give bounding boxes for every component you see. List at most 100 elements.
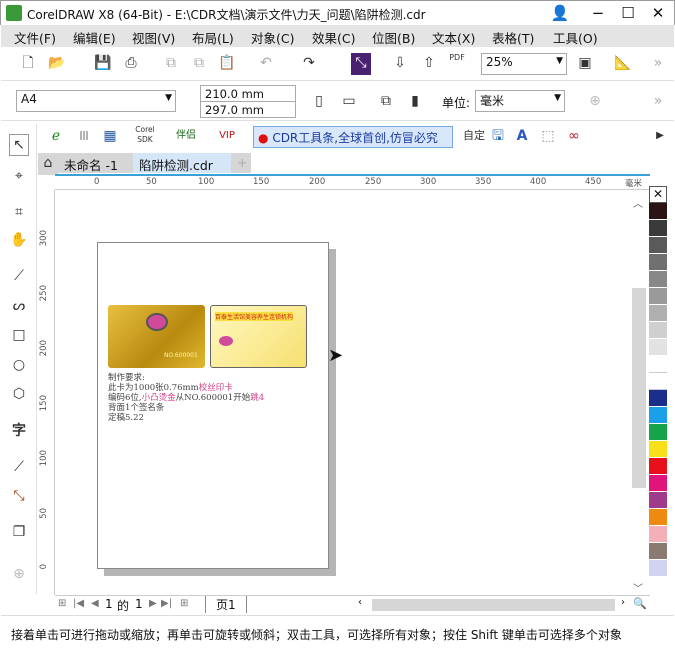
color-swatch[interactable]: [649, 390, 667, 407]
export-pdf-icon[interactable]: PDF: [447, 53, 467, 75]
color-plugin-icon[interactable]: ∞: [564, 126, 584, 148]
menu-object[interactable]: 对象(C): [251, 28, 294, 47]
color-swatch[interactable]: [649, 543, 667, 560]
scroll-left-icon[interactable]: ‹: [358, 597, 362, 608]
color-swatch[interactable]: [649, 356, 667, 373]
color-swatch[interactable]: [649, 305, 667, 322]
color-swatch[interactable]: [649, 475, 667, 492]
export-icon[interactable]: ⇧: [419, 53, 439, 75]
scroll-up-icon[interactable]: ︿: [633, 195, 643, 210]
last-page-icon[interactable]: ▶|: [161, 598, 172, 609]
add-tab-button[interactable]: +: [231, 153, 251, 173]
minimize-button[interactable]: −: [584, 3, 612, 23]
account-icon[interactable]: 👤: [546, 3, 574, 23]
color-swatch[interactable]: [649, 203, 667, 220]
color-swatch[interactable]: [649, 271, 667, 288]
vertical-scrollbar[interactable]: ︿ ﹀: [630, 190, 648, 595]
add-tool-icon[interactable]: ⊕: [9, 564, 29, 586]
zoom-navigator-icon[interactable]: 🔍: [633, 597, 647, 610]
menu-layout[interactable]: 布局(L): [192, 28, 234, 47]
zoom-level-select[interactable]: 25% ▼: [481, 53, 567, 75]
landscape-icon[interactable]: ▭: [339, 91, 359, 113]
qrcode-icon[interactable]: ▦: [100, 126, 120, 148]
print-icon[interactable]: ⎙: [121, 53, 141, 75]
no-color-swatch[interactable]: ✕: [649, 186, 667, 203]
redo-icon[interactable]: ↷: [299, 53, 319, 75]
corel-sdk-button[interactable]: Corel SDK: [133, 125, 157, 147]
freehand-tool-icon[interactable]: ⟋: [9, 266, 29, 288]
drop-shadow-tool-icon[interactable]: ❐: [9, 522, 29, 544]
close-button[interactable]: ✕: [644, 3, 672, 23]
save-icon[interactable]: 💾: [93, 53, 113, 75]
unit-select[interactable]: 毫米 ▼: [475, 90, 565, 112]
vip-button[interactable]: VIP: [215, 126, 239, 148]
prev-page-icon[interactable]: ◀: [91, 598, 99, 609]
paste-icon[interactable]: 📋: [217, 53, 237, 75]
color-swatch[interactable]: [649, 220, 667, 237]
pick-tool-icon[interactable]: ↖: [9, 134, 29, 156]
page-height-input[interactable]: 297.0 mm: [200, 101, 296, 118]
menu-effects[interactable]: 效果(C): [312, 28, 355, 47]
color-swatch[interactable]: [649, 339, 667, 356]
add-preset-icon[interactable]: ⊕: [585, 91, 605, 113]
select-plugin-icon[interactable]: ⬚: [538, 126, 558, 148]
menu-tools[interactable]: 工具(O): [553, 28, 598, 47]
horizontal-scrollbar-thumb[interactable]: [372, 599, 615, 611]
scroll-right-icon[interactable]: ›: [621, 597, 625, 608]
all-pages-icon[interactable]: ⧉: [376, 91, 396, 113]
options-icon[interactable]: 📐: [613, 53, 633, 75]
crop-tool-icon[interactable]: ⌗: [9, 202, 29, 224]
expand-arrow-icon[interactable]: ▶: [650, 126, 670, 148]
artistic-media-icon[interactable]: ᔕ: [9, 296, 29, 318]
color-swatch[interactable]: [649, 237, 667, 254]
text-tool-icon[interactable]: 字: [9, 421, 29, 443]
toolbar-overflow[interactable]: »: [648, 53, 668, 75]
cdr-toolbar-banner[interactable]: ● CDR工具条,全球首创,仿冒必究: [253, 126, 453, 148]
menu-bitmap[interactable]: 位图(B): [372, 28, 415, 47]
page-width-input[interactable]: 210.0 mm: [200, 85, 296, 102]
color-swatch[interactable]: [649, 526, 667, 543]
tab-trap-check[interactable]: 陷阱检测.cdr: [133, 153, 231, 173]
custom-text-button[interactable]: 自定: [462, 126, 486, 148]
page-tab[interactable]: 页1: [205, 596, 247, 613]
color-swatch[interactable]: [649, 441, 667, 458]
open-icon[interactable]: 📂: [47, 53, 67, 75]
menu-file[interactable]: 文件(F): [14, 28, 56, 47]
full-screen-icon[interactable]: ▣: [575, 53, 595, 75]
home-icon[interactable]: ⌂: [38, 153, 58, 175]
menu-edit[interactable]: 编辑(E): [73, 28, 116, 47]
menu-table[interactable]: 表格(T): [492, 28, 534, 47]
color-swatch[interactable]: [649, 322, 667, 339]
color-swatch[interactable]: [649, 424, 667, 441]
rectangle-tool-icon[interactable]: □: [9, 325, 29, 347]
snap-icon[interactable]: ⤡: [351, 53, 371, 75]
save-plugin-icon[interactable]: 🖫: [488, 126, 508, 148]
dimension-tool-icon[interactable]: ⟋: [9, 457, 29, 479]
color-swatch[interactable]: [649, 458, 667, 475]
polygon-tool-icon[interactable]: ⬡: [9, 384, 29, 406]
add-page-before-icon[interactable]: ⊞: [58, 598, 66, 609]
import-icon[interactable]: ⇩: [390, 53, 410, 75]
new-document-icon[interactable]: 🗋: [18, 53, 38, 75]
shape-tool-icon[interactable]: ⌖: [9, 166, 29, 188]
color-swatch[interactable]: [649, 288, 667, 305]
text-tool-plugin-icon[interactable]: A: [512, 126, 532, 148]
plugin-icon[interactable]: ℯ: [46, 126, 66, 148]
connector-tool-icon[interactable]: ⤡: [9, 486, 29, 508]
scrollbar-thumb[interactable]: [632, 288, 646, 488]
scroll-down-icon[interactable]: ﹀: [633, 580, 643, 595]
maximize-button[interactable]: ☐: [614, 3, 642, 23]
first-page-icon[interactable]: |◀: [73, 598, 84, 609]
color-swatch[interactable]: [649, 492, 667, 509]
barcode-icon[interactable]: |||: [74, 126, 94, 148]
color-swatch[interactable]: [649, 509, 667, 526]
undo-icon[interactable]: ↶: [256, 53, 276, 75]
color-swatch[interactable]: [649, 373, 667, 390]
ellipse-tool-icon[interactable]: ○: [9, 355, 29, 377]
current-page-icon[interactable]: ▮: [405, 91, 425, 113]
page-size-select[interactable]: A4 ▼: [16, 90, 176, 112]
companion-button[interactable]: 伴侣: [174, 126, 198, 148]
next-page-icon[interactable]: ▶: [149, 598, 157, 609]
portrait-icon[interactable]: ▯: [309, 91, 329, 113]
drawing-canvas[interactable]: NO.600001 百泰生活馆美容养生连锁机构 制作要求: 此卡为1000张0.…: [55, 190, 630, 595]
